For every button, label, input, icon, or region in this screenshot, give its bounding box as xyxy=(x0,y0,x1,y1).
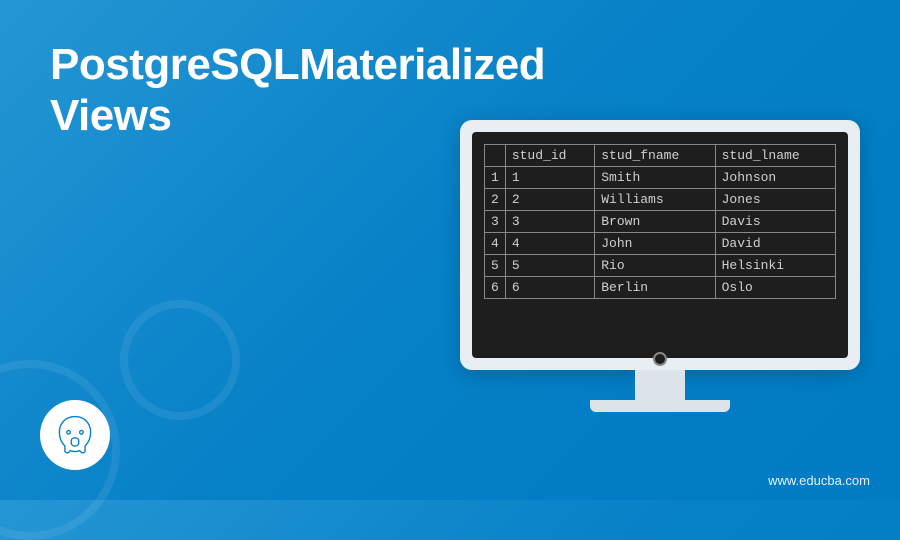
table-row: 3 3 Brown Davis xyxy=(485,211,836,233)
monitor-base xyxy=(590,400,730,412)
header-rownum xyxy=(485,145,506,167)
cell-rownum: 6 xyxy=(485,277,506,299)
postgresql-logo xyxy=(40,400,110,470)
monitor-stand xyxy=(635,370,685,400)
cell-lname: Helsinki xyxy=(715,255,835,277)
cell-fname: John xyxy=(595,233,715,255)
result-table: stud_id stud_fname stud_lname 1 1 Smith … xyxy=(484,144,836,299)
cell-id: 1 xyxy=(505,167,594,189)
cell-rownum: 3 xyxy=(485,211,506,233)
cell-id: 3 xyxy=(505,211,594,233)
cell-id: 2 xyxy=(505,189,594,211)
cell-rownum: 4 xyxy=(485,233,506,255)
cell-fname: Berlin xyxy=(595,277,715,299)
terminal-screen: stud_id stud_fname stud_lname 1 1 Smith … xyxy=(472,132,848,358)
cell-lname: Johnson xyxy=(715,167,835,189)
monitor-power-button xyxy=(653,352,667,366)
computer-monitor: stud_id stud_fname stud_lname 1 1 Smith … xyxy=(460,120,860,440)
header-stud-lname: stud_lname xyxy=(715,145,835,167)
monitor-frame: stud_id stud_fname stud_lname 1 1 Smith … xyxy=(460,120,860,370)
cell-rownum: 2 xyxy=(485,189,506,211)
cell-lname: Jones xyxy=(715,189,835,211)
cell-fname: Smith xyxy=(595,167,715,189)
table-header-row: stud_id stud_fname stud_lname xyxy=(485,145,836,167)
title-line-2: Views xyxy=(50,91,171,140)
header-stud-fname: stud_fname xyxy=(595,145,715,167)
cell-rownum: 1 xyxy=(485,167,506,189)
table-row: 2 2 Williams Jones xyxy=(485,189,836,211)
cell-lname: David xyxy=(715,233,835,255)
cell-rownum: 5 xyxy=(485,255,506,277)
cell-fname: Williams xyxy=(595,189,715,211)
table-row: 1 1 Smith Johnson xyxy=(485,167,836,189)
elephant-icon xyxy=(52,412,98,458)
table-row: 5 5 Rio Helsinki xyxy=(485,255,836,277)
cell-id: 4 xyxy=(505,233,594,255)
cell-id: 6 xyxy=(505,277,594,299)
cell-fname: Rio xyxy=(595,255,715,277)
cell-id: 5 xyxy=(505,255,594,277)
header-stud-id: stud_id xyxy=(505,145,594,167)
cell-lname: Davis xyxy=(715,211,835,233)
cell-lname: Oslo xyxy=(715,277,835,299)
cell-fname: Brown xyxy=(595,211,715,233)
title-line-1: PostgreSQLMaterialized xyxy=(50,40,545,89)
watermark-text: www.educba.com xyxy=(768,473,870,488)
background-gear-small xyxy=(120,300,240,420)
table-row: 6 6 Berlin Oslo xyxy=(485,277,836,299)
table-row: 4 4 John David xyxy=(485,233,836,255)
